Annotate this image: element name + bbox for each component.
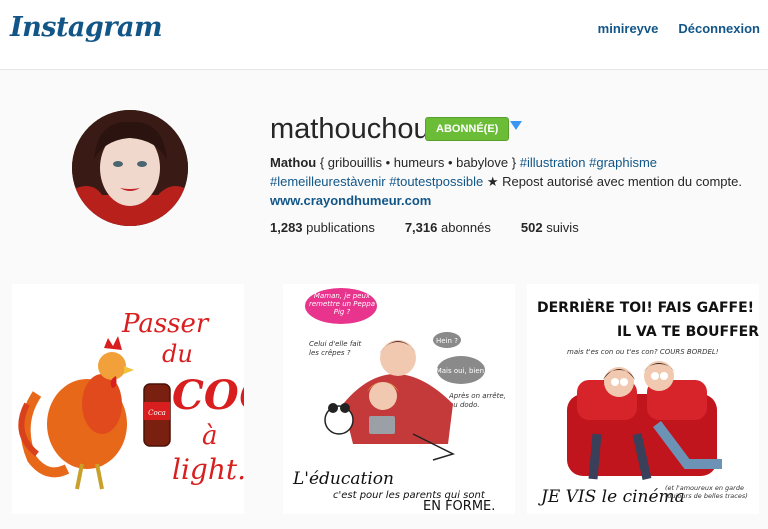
hashtag-link[interactable]: #lemeilleurestàvenir bbox=[270, 174, 386, 189]
posts-count: 1,283 publications bbox=[270, 220, 375, 235]
top-navigation-bar: Instagram minireyve Déconnexion bbox=[0, 0, 768, 70]
post-caption-text: EN FORME. bbox=[423, 499, 495, 514]
profile-full-name: Mathou bbox=[270, 155, 317, 170]
profile-avatar bbox=[72, 110, 188, 226]
speech-bubble-text: Mais oui, bien. bbox=[436, 367, 487, 375]
speech-bubble-text: Maman, je peux remettre un Peppa Pig ? bbox=[309, 292, 375, 316]
profile-stats: 1,283 publications 7,316 abonnés 502 sui… bbox=[270, 220, 579, 235]
chevron-down-icon[interactable] bbox=[510, 121, 522, 130]
hashtag-link[interactable]: #illustration bbox=[520, 155, 586, 170]
side-note-text: Après on arrête, au dodo. bbox=[449, 392, 506, 409]
website-link[interactable]: www.crayondhumeur.com bbox=[270, 193, 431, 208]
post-caption-text: à bbox=[202, 421, 218, 451]
hashtag-link[interactable]: #toutestpossible bbox=[389, 174, 483, 189]
hashtag-link[interactable]: #graphisme bbox=[589, 155, 657, 170]
post-caption-text: light. bbox=[172, 453, 244, 486]
post-caption-text: L'éducation bbox=[292, 469, 394, 489]
post-caption-text: mais t'es con ou t'es con? COURS BORDEL! bbox=[567, 348, 719, 356]
bio-text: { gribouillis • humeurs • babylove } bbox=[316, 155, 520, 170]
svg-text:Coca: Coca bbox=[148, 409, 166, 417]
speech-bubble-text: Hein ? bbox=[436, 337, 458, 345]
profile-bio: Mathou { gribouillis • humeurs • babylov… bbox=[270, 153, 750, 210]
post-caption-text: IL VA TE BOUFFER! bbox=[617, 324, 759, 340]
post-thumbnail[interactable]: Maman, je peux remettre un Peppa Pig ? H… bbox=[283, 284, 515, 514]
post-caption-text: Passer bbox=[121, 309, 210, 339]
bio-text: ★ Repost autorisé avec mention du compte… bbox=[483, 174, 742, 189]
instagram-logo[interactable]: Instagram bbox=[10, 12, 163, 43]
header-nav: minireyve Déconnexion bbox=[598, 21, 760, 36]
post-caption-text: du bbox=[162, 340, 193, 368]
following-count[interactable]: 502 suivis bbox=[521, 220, 579, 235]
post-caption-text: (et l'amoureux en garde toujours de bell… bbox=[665, 484, 748, 500]
followers-count[interactable]: 7,316 abonnés bbox=[405, 220, 491, 235]
current-user-link[interactable]: minireyve bbox=[598, 21, 659, 36]
following-button[interactable]: ABONNÉ(E) bbox=[425, 117, 510, 141]
post-thumbnail[interactable]: Coca Passer du COQ à light. bbox=[12, 284, 244, 514]
profile-username: mathouchou bbox=[270, 113, 430, 145]
post-caption-text: DERRIÈRE TOI! FAIS GAFFE! bbox=[537, 299, 754, 316]
post-thumbnail[interactable]: DERRIÈRE TOI! FAIS GAFFE! IL VA TE BOUFF… bbox=[527, 284, 759, 514]
post-caption-text: JE VIS le cinéma bbox=[538, 487, 685, 507]
side-note-text: Celui d'elle fait les crêpes ? bbox=[309, 340, 362, 357]
post-caption-text: COQ bbox=[172, 372, 244, 419]
logout-link[interactable]: Déconnexion bbox=[678, 21, 760, 36]
bio-line-1: Mathou { gribouillis • humeurs • babylov… bbox=[270, 153, 750, 172]
bio-line-3: www.crayondhumeur.com bbox=[270, 191, 750, 210]
bio-line-2: #lemeilleurestàvenir #toutestpossible ★ … bbox=[270, 172, 750, 191]
